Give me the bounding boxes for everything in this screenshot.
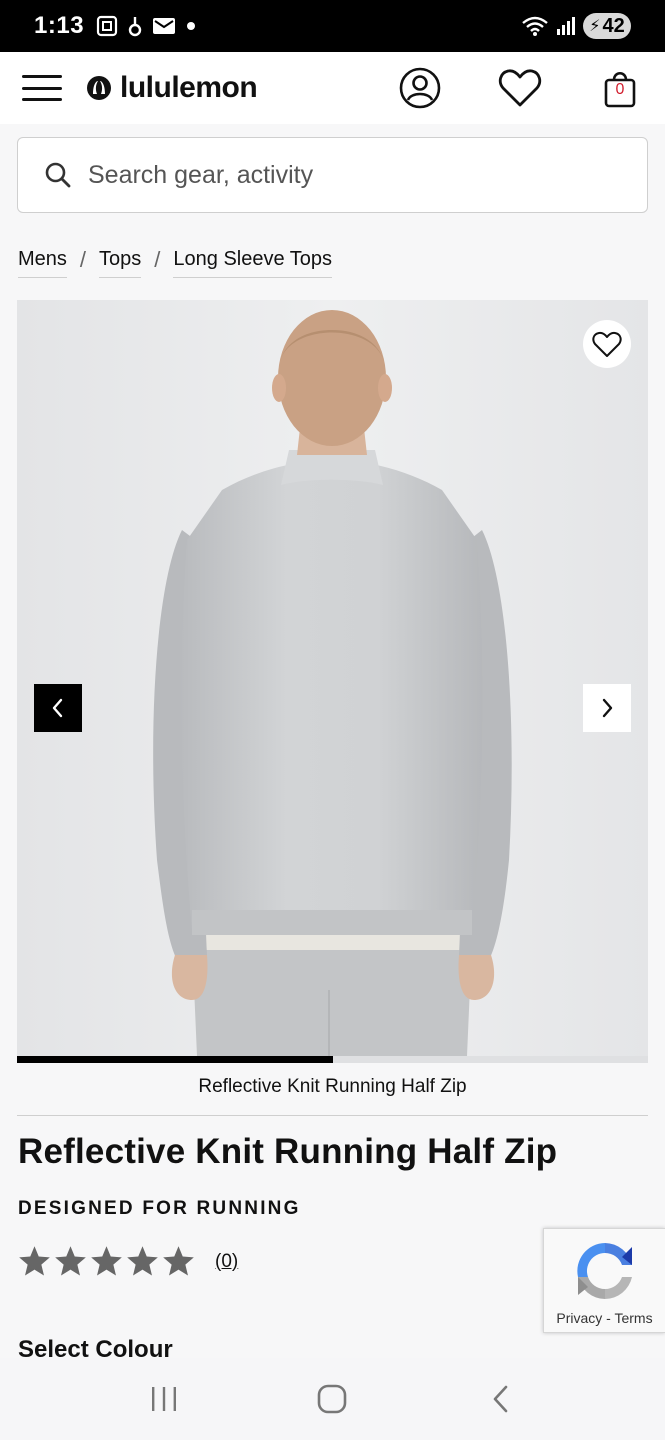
carousel-progress-bar bbox=[17, 1056, 648, 1063]
battery-level: 42 bbox=[602, 14, 625, 37]
battery-indicator: ⚡ 42 bbox=[583, 13, 631, 39]
breadcrumb-item-mens[interactable]: Mens bbox=[18, 248, 67, 278]
recent-apps-button[interactable] bbox=[134, 1369, 194, 1429]
breadcrumb-separator: / bbox=[154, 247, 161, 272]
recaptcha-badge[interactable]: Privacy - Terms bbox=[543, 1228, 665, 1333]
shopping-bag-button[interactable]: 0 bbox=[597, 65, 643, 111]
system-nav-bar bbox=[0, 1358, 665, 1440]
back-button[interactable] bbox=[471, 1369, 531, 1429]
menu-button[interactable] bbox=[22, 72, 62, 104]
recaptcha-terms-link[interactable]: Terms bbox=[614, 1310, 652, 1326]
status-notification-icons bbox=[96, 15, 196, 37]
wishlist-button[interactable] bbox=[497, 65, 543, 111]
user-icon bbox=[399, 67, 441, 109]
back-icon bbox=[493, 1385, 508, 1413]
star-icon bbox=[55, 1246, 86, 1276]
brand-logo[interactable]: lululemon bbox=[86, 71, 258, 105]
product-rating[interactable]: (0) bbox=[17, 1244, 238, 1279]
recaptcha-separator: - bbox=[606, 1310, 611, 1326]
heart-icon bbox=[498, 69, 542, 107]
charging-icon: ⚡ bbox=[589, 18, 601, 35]
breadcrumb-separator: / bbox=[79, 247, 87, 272]
recaptcha-logo-icon bbox=[577, 1243, 632, 1299]
brand-name: lululemon bbox=[120, 71, 258, 104]
recent-apps-icon bbox=[152, 1387, 177, 1411]
wifi-icon bbox=[522, 16, 548, 36]
carousel-next-button[interactable] bbox=[583, 684, 631, 732]
carousel-prev-button[interactable] bbox=[34, 684, 82, 732]
star-icon bbox=[91, 1246, 122, 1276]
home-button[interactable] bbox=[302, 1369, 362, 1429]
breadcrumb-item-long-sleeve-tops[interactable]: Long Sleeve Tops bbox=[173, 248, 333, 278]
status-time: 1:13 bbox=[34, 12, 85, 39]
lululemon-logo-icon bbox=[87, 76, 111, 100]
add-to-wishlist-button[interactable] bbox=[583, 320, 631, 368]
recaptcha-links: Privacy - Terms bbox=[544, 1310, 665, 1326]
carousel-progress-fill bbox=[17, 1056, 333, 1063]
star-icon bbox=[127, 1246, 158, 1276]
divider bbox=[17, 1115, 648, 1116]
product-photo bbox=[17, 300, 648, 1056]
star-icon bbox=[19, 1246, 50, 1276]
star-icon bbox=[163, 1246, 194, 1276]
chevron-right-icon bbox=[602, 698, 613, 718]
product-title: Reflective Knit Running Half Zip bbox=[18, 1132, 558, 1171]
bag-count: 0 bbox=[615, 81, 625, 98]
header-actions: 0 bbox=[343, 65, 643, 111]
mail-icon bbox=[153, 18, 176, 34]
search-bar bbox=[17, 137, 648, 213]
dot-icon bbox=[187, 22, 196, 30]
app-notification-icon bbox=[128, 17, 142, 37]
recaptcha-privacy-link[interactable]: Privacy bbox=[556, 1310, 602, 1326]
review-count-link[interactable]: (0) bbox=[215, 1251, 238, 1273]
chevron-left-icon bbox=[52, 698, 63, 718]
status-system-icons: ⚡ 42 bbox=[521, 13, 631, 39]
menu-bar bbox=[22, 86, 62, 90]
product-image-carousel[interactable] bbox=[17, 300, 648, 1056]
screenshot-icon bbox=[96, 15, 118, 37]
account-button[interactable] bbox=[397, 65, 443, 111]
home-icon bbox=[318, 1384, 347, 1414]
product-tagline: DESIGNED FOR RUNNING bbox=[18, 1198, 301, 1219]
image-caption: Reflective Knit Running Half Zip bbox=[198, 1076, 467, 1097]
rating-stars bbox=[17, 1244, 197, 1279]
site-header: lululemon 0 bbox=[0, 52, 665, 124]
search-input[interactable] bbox=[88, 160, 588, 190]
menu-bar bbox=[22, 75, 62, 78]
heart-icon bbox=[592, 331, 622, 357]
breadcrumb: Mens / Tops / Long Sleeve Tops bbox=[18, 247, 333, 278]
status-bar: 1:13 ⚡ 42 bbox=[0, 0, 665, 52]
breadcrumb-item-tops[interactable]: Tops bbox=[99, 248, 142, 278]
signal-icon bbox=[557, 17, 575, 35]
search-icon[interactable] bbox=[44, 161, 72, 189]
menu-bar bbox=[22, 98, 62, 101]
